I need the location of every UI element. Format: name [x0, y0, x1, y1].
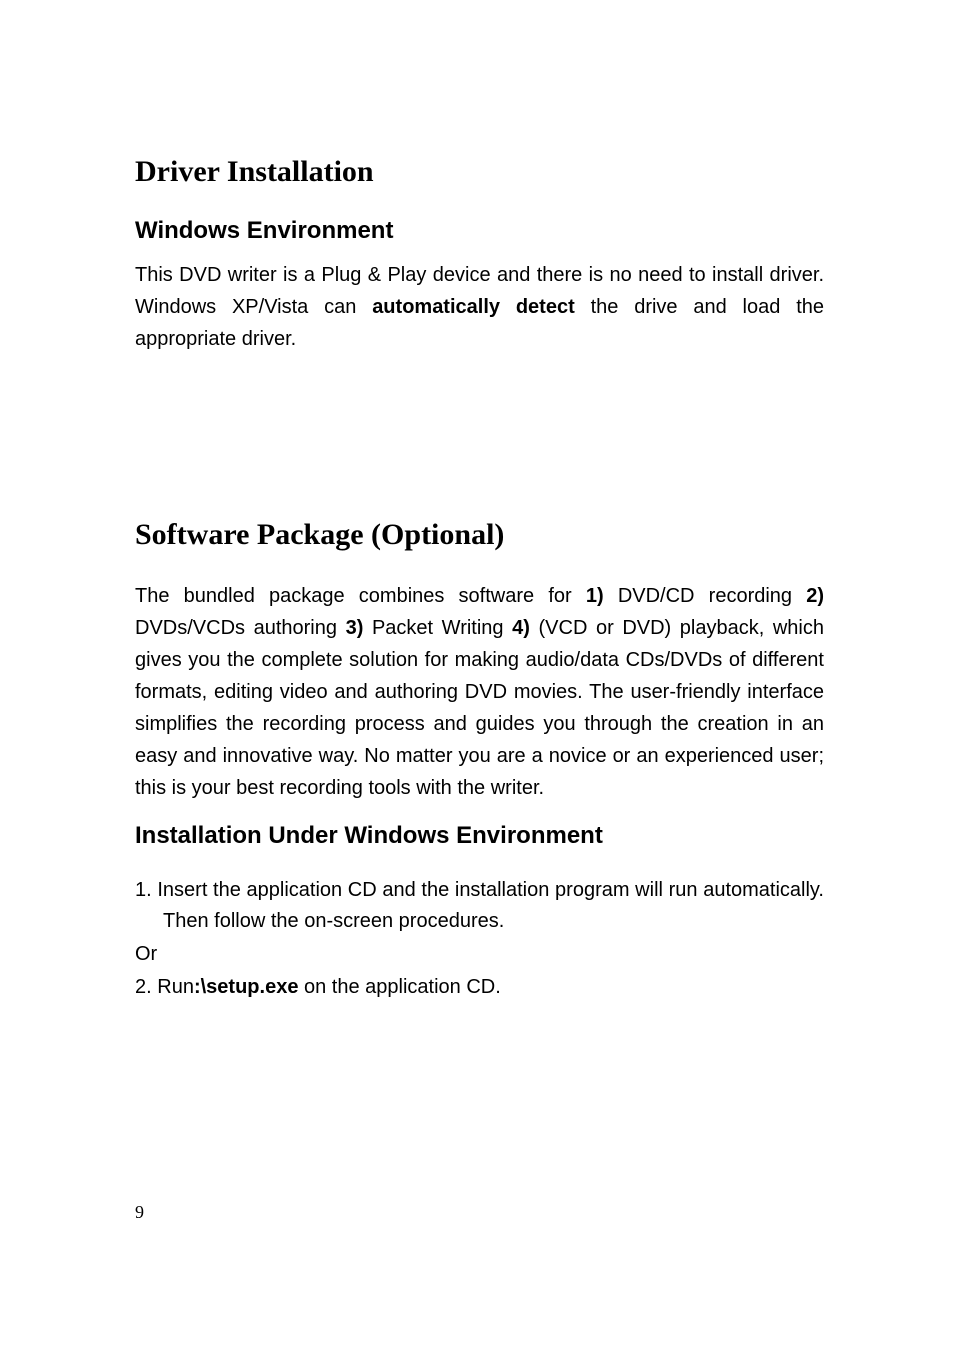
heading-driver-installation: Driver Installation [135, 155, 824, 189]
list-number: 2. [135, 976, 157, 998]
or-separator: Or [135, 943, 824, 966]
heading-software-package: Software Package (Optional) [135, 518, 824, 552]
paragraph-driver-info: This DVD writer is a Plug & Play device … [135, 259, 824, 355]
text-fragment: on the application CD. [298, 976, 500, 998]
list-number: 1. [135, 879, 157, 901]
list-item-1: 1. Insert the application CD and the ins… [135, 875, 824, 937]
list-text: Insert the application CD and the instal… [157, 879, 824, 932]
ordered-list: 1. Insert the application CD and the ins… [135, 875, 824, 1003]
text-bold-4: 4) [512, 617, 530, 639]
text-bold-2: 2) [806, 585, 824, 607]
page-number: 9 [135, 1202, 144, 1223]
text-bold-setup: :\setup.exe [194, 976, 298, 998]
text-fragment: DVDs/VCDs authoring [135, 617, 346, 639]
text-fragment: (VCD or DVD) playback, which gives you t… [135, 617, 824, 799]
text-bold-1: 1) [586, 585, 604, 607]
text-bold-3: 3) [346, 617, 364, 639]
list-item-2: 2. Run:\setup.exe on the application CD. [135, 972, 824, 1003]
paragraph-software-info: The bundled package combines software fo… [135, 580, 824, 804]
text-bold-autodetect: automatically detect [372, 296, 575, 318]
text-run: Run [157, 976, 194, 998]
text-fragment: Packet Writing [363, 617, 512, 639]
text-fragment: The bundled package combines software fo… [135, 585, 586, 607]
subheading-install-windows: Installation Under Windows Environment [135, 822, 824, 850]
text-fragment: DVD/CD recording [604, 585, 807, 607]
subheading-windows-environment: Windows Environment [135, 217, 824, 245]
